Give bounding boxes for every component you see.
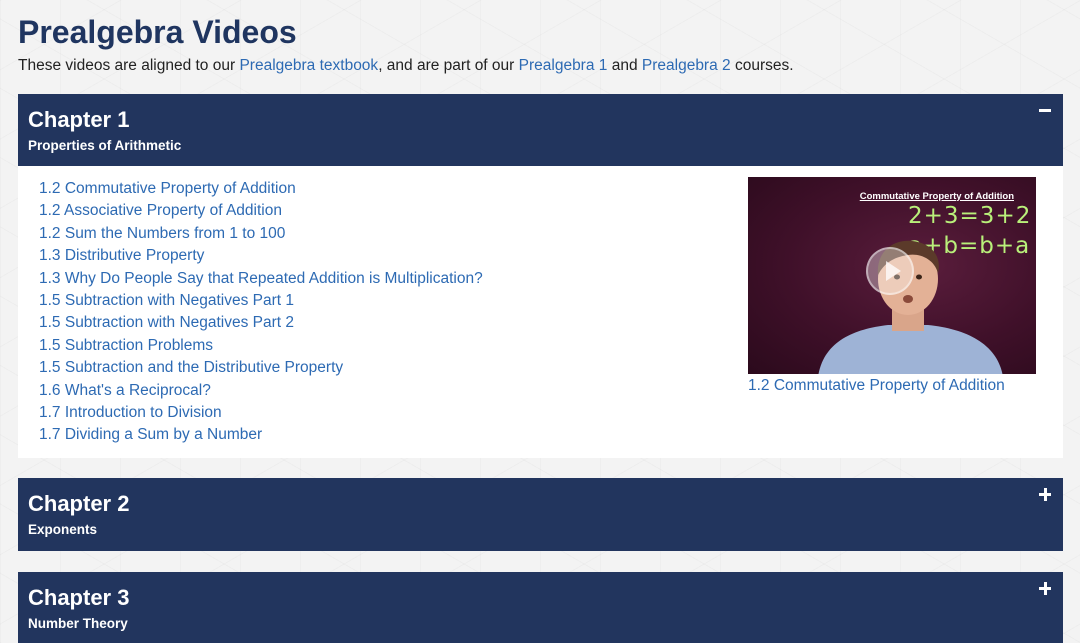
video-link[interactable]: 1.5 Subtraction with Negatives Part 2	[39, 314, 294, 331]
list-item: 1.3 Why Do People Say that Repeated Addi…	[39, 268, 483, 290]
page-title: Prealgebra Videos	[18, 14, 297, 50]
chapter-subtitle: Exponents	[28, 522, 98, 537]
video-link[interactable]: 1.3 Distributive Property	[39, 247, 204, 264]
list-item: 1.5 Subtraction Problems	[39, 335, 483, 357]
list-item: 1.3 Distributive Property	[39, 245, 483, 267]
intro-text: These videos are aligned to our Prealgeb…	[18, 57, 794, 75]
video-link[interactable]: 1.7 Dividing a Sum by a Number	[39, 426, 262, 443]
board-title: Commutative Property of Addition	[859, 191, 1014, 202]
video-list: 1.2 Commutative Property of Addition 1.2…	[39, 178, 483, 447]
video-link[interactable]: 1.2 Commutative Property of Addition	[39, 180, 296, 197]
video-link[interactable]: 1.2 Associative Property of Addition	[39, 202, 282, 219]
list-item: 1.2 Sum the Numbers from 1 to 100	[39, 223, 483, 245]
chapter-title: Chapter 1	[28, 107, 130, 132]
list-item: 1.5 Subtraction with Negatives Part 1	[39, 290, 483, 312]
list-item: 1.7 Introduction to Division	[39, 402, 483, 424]
minus-icon[interactable]	[1037, 102, 1053, 118]
video-link[interactable]: 1.6 What's a Reciprocal?	[39, 382, 211, 399]
list-item: 1.7 Dividing a Sum by a Number	[39, 424, 483, 446]
page: Prealgebra Videos These videos are align…	[0, 0, 1080, 643]
prealgebra-textbook-link[interactable]: Prealgebra textbook	[239, 57, 378, 74]
video-link[interactable]: 1.3 Why Do People Say that Repeated Addi…	[39, 270, 483, 287]
list-item: 1.5 Subtraction with Negatives Part 2	[39, 312, 483, 334]
chapter-1-header[interactable]: Chapter 1 Properties of Arithmetic	[18, 94, 1063, 166]
chapter-subtitle: Properties of Arithmetic	[28, 138, 182, 153]
prealgebra-1-link[interactable]: Prealgebra 1	[519, 57, 608, 74]
chapter-title: Chapter 2	[28, 491, 130, 516]
chapter-subtitle: Number Theory	[28, 616, 128, 631]
intro-text-part: courses.	[730, 57, 794, 74]
chapter-3-header[interactable]: Chapter 3 Number Theory	[18, 572, 1063, 643]
list-item: 1.2 Commutative Property of Addition	[39, 178, 483, 200]
video-link[interactable]: 1.7 Introduction to Division	[39, 404, 222, 421]
plus-icon[interactable]	[1037, 486, 1053, 502]
video-link[interactable]: 1.5 Subtraction and the Distributive Pro…	[39, 359, 343, 376]
intro-text-part: and	[607, 57, 642, 74]
chapter-1-body: 1.2 Commutative Property of Addition 1.2…	[18, 166, 1063, 458]
video-thumbnail[interactable]: Commutative Property of Addition 2+3=3+2…	[748, 177, 1036, 374]
chapter-title: Chapter 3	[28, 585, 130, 610]
list-item: 1.5 Subtraction and the Distributive Pro…	[39, 357, 483, 379]
video-link[interactable]: 1.2 Sum the Numbers from 1 to 100	[39, 225, 285, 242]
plus-icon[interactable]	[1037, 580, 1053, 596]
board-equation: 2+3=3+2	[908, 203, 1032, 229]
prealgebra-2-link[interactable]: Prealgebra 2	[642, 57, 731, 74]
featured-video-caption[interactable]: 1.2 Commutative Property of Addition	[748, 377, 1005, 395]
list-item: 1.2 Associative Property of Addition	[39, 200, 483, 222]
intro-text-part: , and are part of our	[378, 57, 519, 74]
intro-text-part: These videos are aligned to our	[18, 57, 240, 74]
list-item: 1.6 What's a Reciprocal?	[39, 380, 483, 402]
video-link[interactable]: 1.5 Subtraction Problems	[39, 337, 213, 354]
play-icon[interactable]	[866, 247, 914, 295]
video-link[interactable]: 1.5 Subtraction with Negatives Part 1	[39, 292, 294, 309]
chapter-2-header[interactable]: Chapter 2 Exponents	[18, 478, 1063, 551]
